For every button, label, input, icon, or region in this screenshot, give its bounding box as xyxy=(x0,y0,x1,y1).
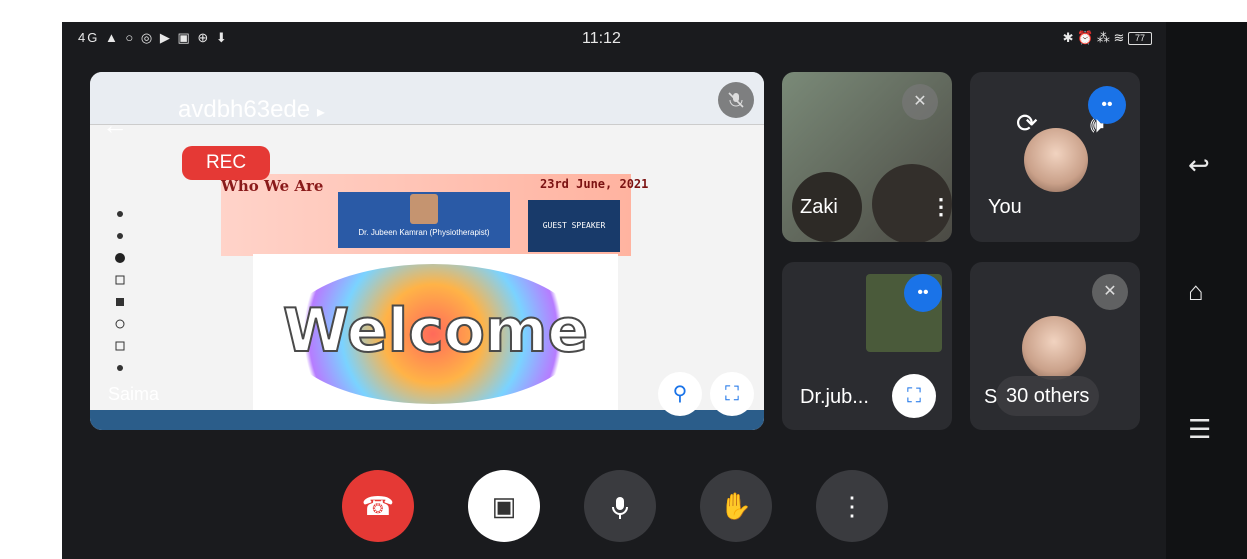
participant-name: You xyxy=(988,196,1022,218)
mic-off-icon xyxy=(718,82,754,118)
mic-off-icon: ✕ xyxy=(1092,274,1128,310)
speaking-indicator-icon: •• xyxy=(904,274,942,312)
nav-home-icon[interactable]: ⌂ xyxy=(1188,276,1204,307)
participant-name: Dr.jub... xyxy=(800,386,869,408)
mic-toggle-button[interactable] xyxy=(584,470,656,542)
recording-badge: REC xyxy=(182,146,270,180)
back-arrow-icon[interactable]: ← xyxy=(102,110,128,141)
switch-camera-icon[interactable]: ⟳ xyxy=(1016,108,1038,139)
guest-speaker-badge: GUEST SPEAKER xyxy=(528,200,620,252)
raise-hand-icon: ✋ xyxy=(719,491,753,521)
pin-icon: ⚲ xyxy=(672,383,688,405)
more-vert-icon[interactable]: ⋮ xyxy=(930,194,952,220)
mic-off-icon: ✕ xyxy=(902,84,938,120)
speaker-card: Dr. Jubeen Kamran (Physiotherapist) xyxy=(338,192,510,248)
status-bar-right-icons: ✱ ⏰ ⁂ ≋ 77 xyxy=(1063,30,1152,46)
others-count-chip[interactable]: 30 others xyxy=(996,376,1100,416)
more-vert-icon: ⋮ xyxy=(839,491,865,521)
battery-icon: 77 xyxy=(1128,32,1152,46)
participant-tile-zaki[interactable]: ✕ Zaki ⋮ xyxy=(782,72,952,242)
mic-icon xyxy=(612,497,628,520)
nav-back-icon[interactable]: ↩ xyxy=(1188,150,1210,181)
participant-tile-you[interactable]: •• ⟳ 🕪 You xyxy=(970,72,1140,242)
shared-screen: Who We Are 23rd June, 2021 Dr. Jubeen Ka… xyxy=(90,72,764,430)
status-bar-left-icons: 4G ▲ ○ ◎ ▶ ▣ ⊕ ⬇ xyxy=(78,30,229,45)
welcome-text: Welcome xyxy=(282,295,589,367)
speaker-name: Dr. Jubeen Kamran (Physiotherapist) xyxy=(358,228,490,237)
raise-hand-button[interactable]: ✋ xyxy=(700,470,772,542)
meeting-code[interactable]: avdbh63ede ▸ xyxy=(178,96,325,124)
fullscreen-icon: ⛶ xyxy=(725,383,739,405)
avatar xyxy=(1022,316,1086,380)
mic-off-glyph xyxy=(728,92,744,108)
fullscreen-icon: ⛶ xyxy=(907,385,921,407)
speaker-photo xyxy=(410,194,438,224)
participant-tile-others[interactable]: ✕ S 30 others xyxy=(970,262,1140,430)
welcome-panel: Welcome xyxy=(253,254,618,410)
shared-content-thumbnail xyxy=(782,322,866,362)
camera-toggle-button[interactable]: ▣ xyxy=(468,470,540,542)
end-call-icon: ☎ xyxy=(361,491,395,521)
status-icons: ✱ ⏰ ⁂ ≋ xyxy=(1062,30,1125,45)
camera-off-icon: ▣ xyxy=(491,491,517,521)
drawing-toolbar xyxy=(112,206,128,386)
end-call-button[interactable]: ☎ xyxy=(342,470,414,542)
fullscreen-button[interactable]: ⛶ xyxy=(892,374,936,418)
main-presentation-tile[interactable]: Who We Are 23rd June, 2021 Dr. Jubeen Ka… xyxy=(90,72,764,430)
pin-button[interactable]: ⚲ xyxy=(658,372,702,416)
more-options-button[interactable]: ⋮ xyxy=(816,470,888,542)
presenter-name: Saima xyxy=(108,384,160,404)
meeting-code-text: avdbh63ede xyxy=(178,96,311,123)
participant-name: Zaki xyxy=(800,196,838,218)
fullscreen-button[interactable]: ⛶ xyxy=(710,372,754,416)
drawing-tools-icon xyxy=(115,211,125,371)
phone-screen: 4G ▲ ○ ◎ ▶ ▣ ⊕ ⬇ 11:12 ✱ ⏰ ⁂ ≋ 77 Who We… xyxy=(62,22,1182,559)
status-bar-time: 11:12 xyxy=(582,30,621,47)
slide-date: 23rd June, 2021 xyxy=(540,177,649,191)
speaker-icon[interactable]: 🕪 xyxy=(1090,112,1104,138)
nav-menu-icon[interactable]: ☰ xyxy=(1188,414,1211,445)
participant-tile-drjub[interactable]: •• Dr.jub... ⛶ xyxy=(782,262,952,430)
system-nav-bar: ↩ ⌂ ☰ xyxy=(1166,22,1247,559)
windows-taskbar xyxy=(90,410,764,430)
chevron-right-icon: ▸ xyxy=(316,104,325,121)
